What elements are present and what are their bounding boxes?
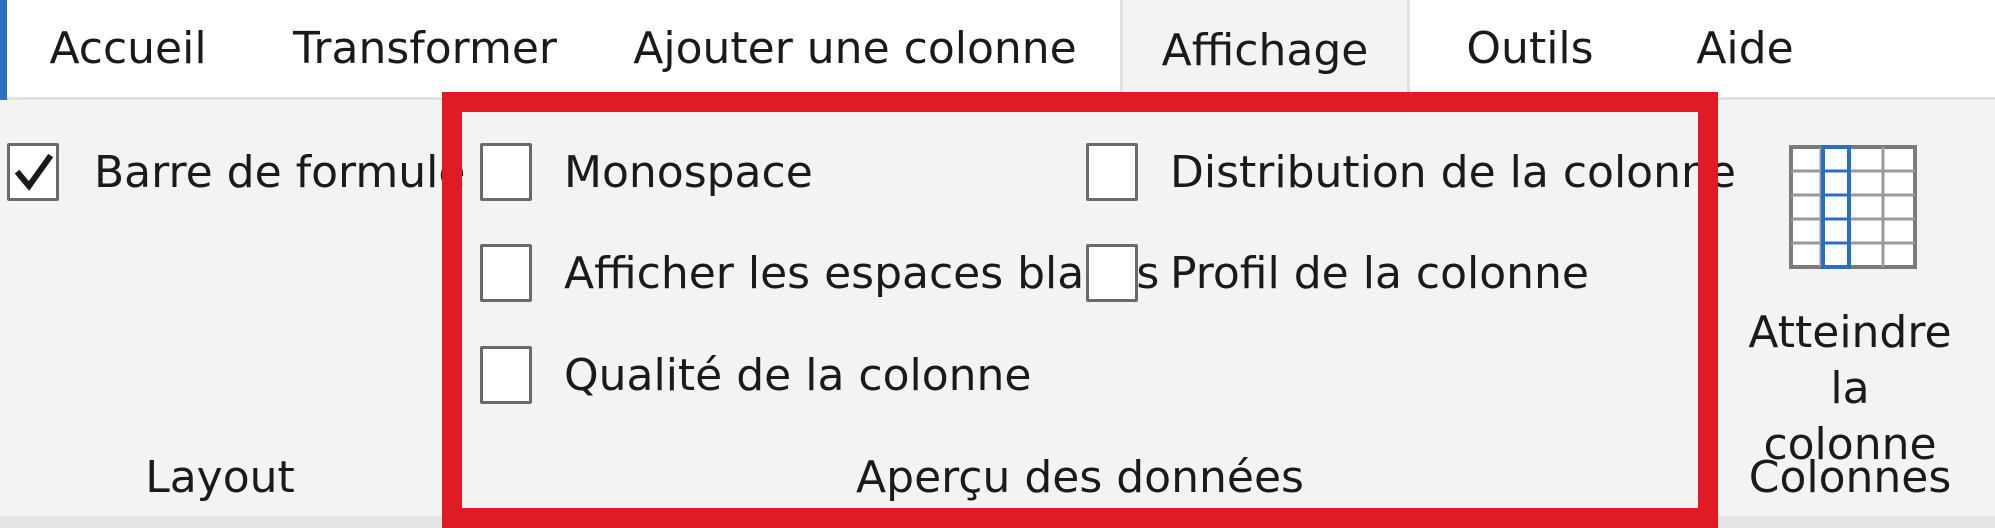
column-profile-checkbox-row[interactable]: Profil de la colonne: [1086, 244, 1589, 302]
tab-outils[interactable]: Outils: [1455, 0, 1605, 97]
tab-ajouter-une-colonne[interactable]: Ajouter une colonne: [633, 0, 1076, 97]
column-quality-checkbox-row[interactable]: Qualité de la colonne: [480, 346, 1032, 404]
goto-column-label-line1: Atteindre la: [1748, 307, 1952, 414]
ribbon-bottom-edge: [0, 516, 1995, 528]
show-whitespace-checkbox-row[interactable]: Afficher les espaces blancs: [480, 244, 1159, 302]
tab-affichage[interactable]: Affichage: [1120, 0, 1410, 100]
column-profile-label: Profil de la colonne: [1170, 247, 1589, 299]
tab-aide[interactable]: Aide: [1690, 0, 1800, 97]
table-grid-icon: [1789, 145, 1917, 269]
column-distribution-checkbox[interactable]: [1086, 143, 1138, 201]
column-quality-checkbox[interactable]: [480, 346, 532, 404]
tab-transformer[interactable]: Transformer: [293, 0, 557, 97]
tab-accueil[interactable]: Accueil: [48, 0, 208, 97]
show-whitespace-label: Afficher les espaces blancs: [564, 247, 1160, 299]
monospace-label: Monospace: [564, 146, 813, 198]
show-whitespace-checkbox[interactable]: [480, 244, 532, 302]
column-distribution-label: Distribution de la colonne: [1170, 146, 1736, 198]
monospace-checkbox-row[interactable]: Monospace: [480, 143, 813, 201]
checkmark-icon: [14, 153, 54, 191]
formula-bar-checkbox[interactable]: [7, 143, 59, 201]
goto-column-button[interactable]: Atteindre la colonne: [1724, 140, 1976, 470]
column-quality-label: Qualité de la colonne: [564, 349, 1032, 401]
formula-bar-checkbox-row[interactable]: Barre de formule: [7, 143, 465, 201]
accent-bar: [0, 0, 7, 100]
formula-bar-label: Barre de formule: [94, 146, 466, 198]
monospace-checkbox[interactable]: [480, 143, 532, 201]
column-profile-checkbox[interactable]: [1086, 244, 1138, 302]
goto-column-label: Atteindre la colonne: [1724, 305, 1976, 473]
ribbon-tab-bar: Accueil Transformer Ajouter une colonne …: [0, 0, 1995, 100]
group-label-columns: Colonnes: [1748, 452, 1952, 503]
group-label-layout: Layout: [145, 452, 295, 503]
group-label-data-preview: Aperçu des données: [856, 452, 1304, 503]
column-distribution-checkbox-row[interactable]: Distribution de la colonne: [1086, 143, 1736, 201]
